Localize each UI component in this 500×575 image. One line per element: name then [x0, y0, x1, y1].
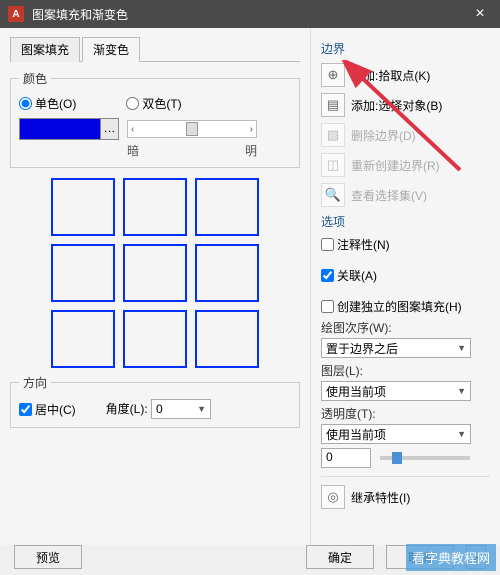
watermark: 看字典教程网 [406, 544, 496, 571]
select-object-button[interactable]: ▤ [321, 93, 345, 117]
remove-boundary-button: ▧ [321, 123, 345, 147]
color-swatch[interactable]: … [19, 118, 119, 140]
preset-2[interactable] [123, 178, 187, 236]
ok-button[interactable]: 确定 [306, 545, 374, 569]
pick-point-button[interactable]: ⊕ [321, 63, 345, 87]
direction-legend: 方向 [19, 374, 51, 391]
layer-select[interactable]: 使用当前项▼ [321, 381, 471, 401]
preset-3[interactable] [195, 178, 259, 236]
recreate-boundary-label: 重新创建边界(R) [351, 157, 440, 174]
recreate-boundary-button: ◫ [321, 153, 345, 177]
slider-right-icon[interactable]: › [250, 124, 253, 135]
view-selection-label: 查看选择集(V) [351, 187, 427, 204]
pick-point-label: 添加:拾取点(K) [351, 67, 430, 84]
slider-thumb[interactable] [186, 122, 198, 136]
draworder-select[interactable]: 置于边界之后▼ [321, 338, 471, 358]
close-button[interactable]: × [460, 0, 500, 28]
remove-boundary-label: 删除边界(D) [351, 127, 416, 144]
inherit-props-button[interactable]: ◎ [321, 485, 345, 509]
radio-two-color[interactable]: 双色(T) [126, 95, 181, 112]
separate-hatch-checkbox[interactable]: 创建独立的图案填充(H) [321, 298, 490, 315]
app-icon: A [8, 6, 24, 22]
color-picker-button[interactable]: … [100, 119, 118, 139]
transparency-value[interactable]: 0 [321, 448, 371, 468]
transparency-label: 透明度(T): [321, 405, 490, 422]
transparency-select[interactable]: 使用当前项▼ [321, 424, 471, 444]
boundary-title: 边界 [321, 40, 490, 57]
preset-7[interactable] [51, 310, 115, 368]
preset-4[interactable] [51, 244, 115, 302]
preset-5[interactable] [123, 244, 187, 302]
color-group: 颜色 单色(O) 双色(T) … ‹ › 暗 明 [10, 70, 300, 168]
chevron-down-icon: ▼ [457, 343, 466, 353]
shade-light-label: 明 [245, 142, 257, 159]
gradient-preset-grid [10, 178, 300, 368]
color-legend: 颜色 [19, 70, 51, 87]
chevron-down-icon: ▼ [457, 429, 466, 439]
slider-left-icon[interactable]: ‹ [131, 124, 134, 135]
inherit-props-label: 继承特性(I) [351, 489, 410, 506]
transparency-slider[interactable] [380, 456, 470, 460]
center-checkbox[interactable]: 居中(C) [19, 401, 76, 418]
preset-9[interactable] [195, 310, 259, 368]
preset-1[interactable] [51, 178, 115, 236]
select-object-label: 添加:选择对象(B) [351, 97, 442, 114]
view-selection-button: 🔍 [321, 183, 345, 207]
preview-button[interactable]: 预览 [14, 545, 82, 569]
annotative-checkbox[interactable]: 注释性(N) [321, 236, 490, 253]
preset-6[interactable] [195, 244, 259, 302]
associative-checkbox[interactable]: 关联(A) [321, 267, 490, 284]
preset-8[interactable] [123, 310, 187, 368]
direction-group: 方向 居中(C) 角度(L): 0▼ [10, 374, 300, 428]
shade-slider[interactable]: ‹ › [127, 120, 257, 138]
tab-hatch[interactable]: 图案填充 [10, 37, 80, 62]
shade-dark-label: 暗 [127, 142, 139, 159]
angle-select[interactable]: 0▼ [151, 399, 211, 419]
titlebar: A 图案填充和渐变色 × [0, 0, 500, 28]
layer-label: 图层(L): [321, 362, 490, 379]
tab-gradient[interactable]: 渐变色 [82, 37, 140, 62]
chevron-down-icon: ▼ [457, 386, 466, 396]
options-title: 选项 [321, 213, 490, 230]
draworder-label: 绘图次序(W): [321, 319, 490, 336]
chevron-down-icon: ▼ [197, 404, 206, 414]
window-title: 图案填充和渐变色 [32, 6, 128, 23]
radio-one-color[interactable]: 单色(O) [19, 95, 76, 112]
angle-label: 角度(L): [106, 402, 148, 416]
tab-bar: 图案填充 渐变色 [10, 36, 300, 62]
